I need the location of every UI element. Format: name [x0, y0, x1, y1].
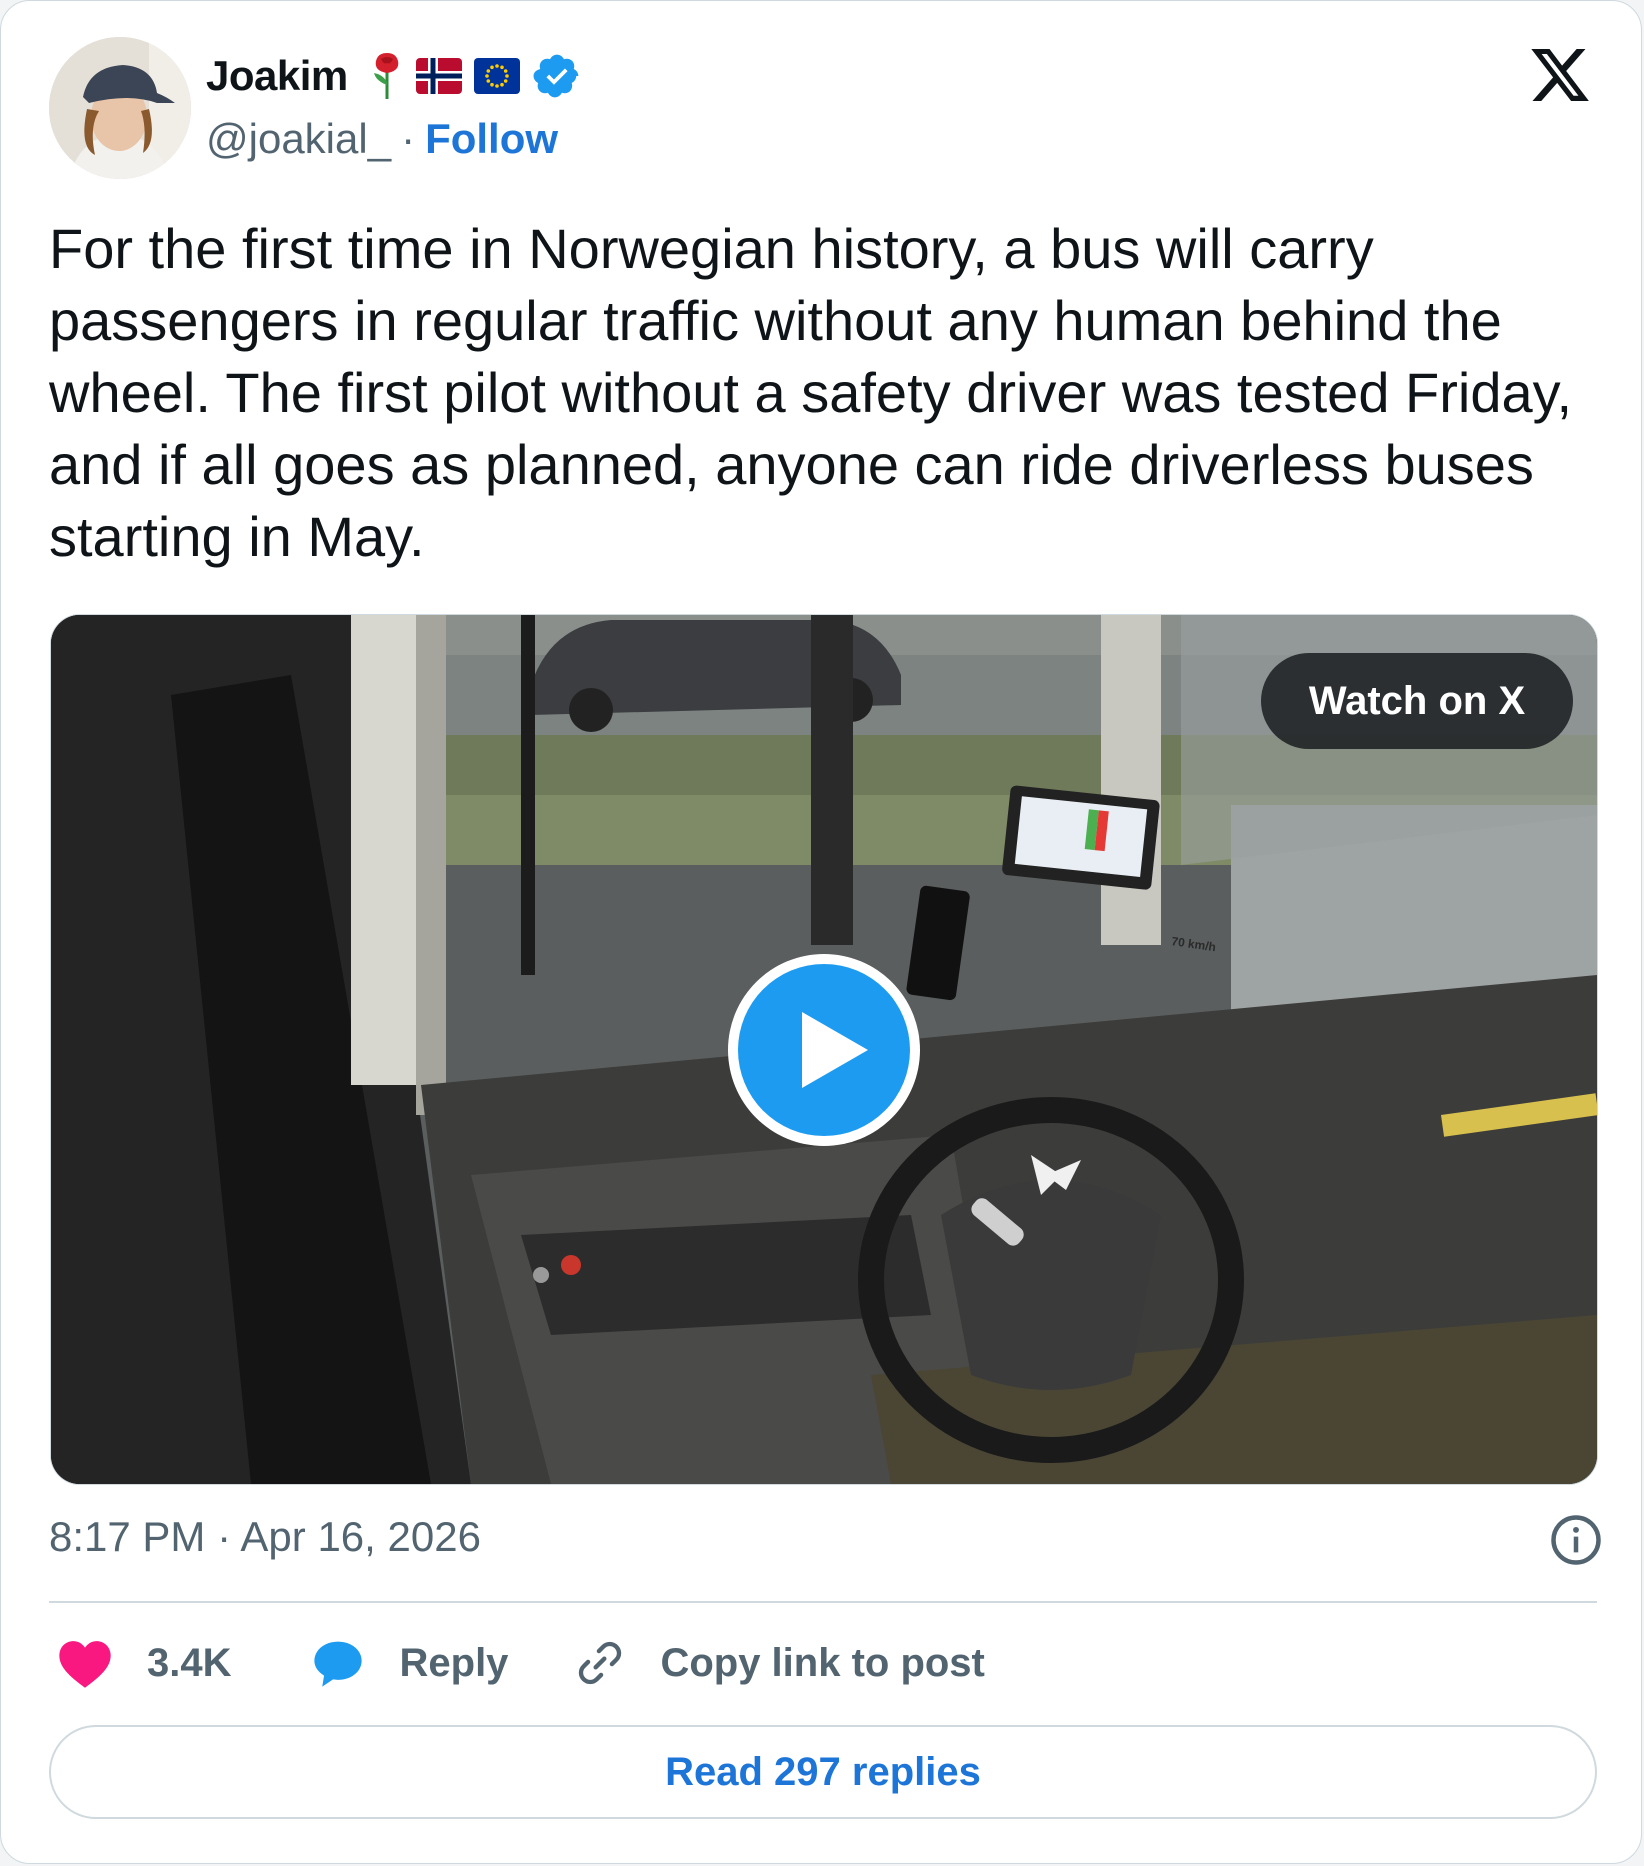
verified-badge-icon[interactable] — [532, 51, 582, 101]
post-card: Joakim @joakial_ · Follow For the first … — [0, 0, 1642, 1864]
reply-label: Reply — [399, 1640, 509, 1685]
rose-emoji — [370, 51, 404, 101]
norway-flag-emoji — [415, 58, 462, 94]
x-logo-icon[interactable] — [1527, 43, 1593, 107]
post-timestamp[interactable]: 8:17 PM · Apr 16, 2026 — [49, 1513, 481, 1561]
eu-flag-emoji — [473, 58, 520, 94]
action-bar: 3.4K Reply Copy link to post — [57, 1631, 985, 1695]
separator-dot: · — [401, 115, 416, 162]
post-text: For the first time in Norwegian history,… — [49, 217, 1573, 568]
reply-button[interactable]: Reply — [310, 1636, 509, 1690]
author-handle-row: @joakial_ · Follow — [206, 115, 558, 163]
divider — [49, 1601, 1597, 1603]
author-handle[interactable]: @joakial_ — [206, 115, 391, 163]
author-name[interactable]: Joakim — [206, 52, 348, 100]
like-button[interactable]: 3.4K — [57, 1637, 232, 1689]
author-name-row: Joakim — [206, 49, 582, 103]
follow-link[interactable]: Follow — [425, 115, 558, 163]
read-replies-button[interactable]: Read 297 replies — [49, 1725, 1597, 1819]
link-icon — [574, 1637, 626, 1689]
like-count: 3.4K — [147, 1640, 232, 1685]
watch-on-x-button[interactable]: Watch on X — [1261, 653, 1573, 749]
copy-link-button[interactable]: Copy link to post — [574, 1637, 985, 1689]
reply-bubble-icon — [310, 1636, 366, 1690]
avatar[interactable] — [49, 37, 191, 179]
video-player[interactable]: 70 km/h Watch on X — [50, 614, 1598, 1485]
play-icon[interactable] — [724, 950, 924, 1150]
heart-icon — [57, 1637, 113, 1689]
info-icon[interactable] — [1549, 1513, 1603, 1567]
copy-link-label: Copy link to post — [660, 1640, 985, 1685]
